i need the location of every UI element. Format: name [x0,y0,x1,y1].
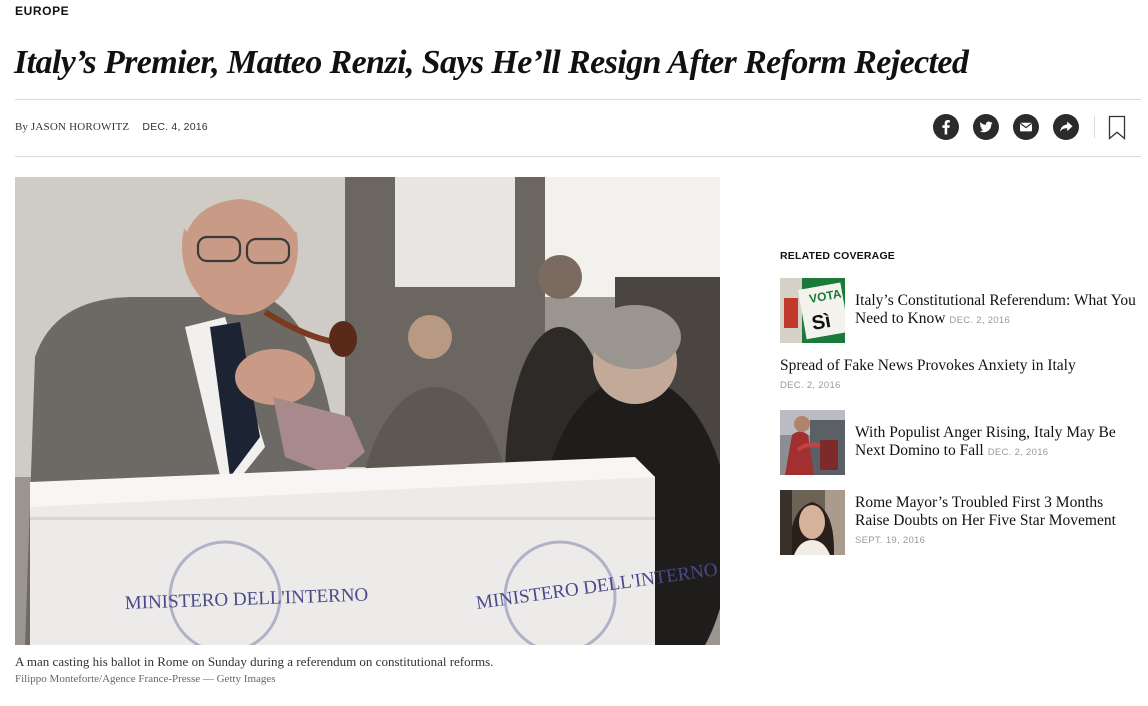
share-icon[interactable] [1053,114,1079,140]
related-headline[interactable]: Rome Mayor’s Troubled First 3 Months Rai… [855,494,1116,529]
related-coverage: RELATED COVERAGE VOTA Sì Italy’s Constit… [780,250,1140,555]
related-date: SEPT. 19, 2016 [855,535,926,546]
email-icon[interactable] [1013,114,1039,140]
bookmark-icon[interactable] [1108,115,1126,145]
byline-prefix: By [15,121,28,133]
related-thumbnail[interactable]: VOTA Sì [780,278,845,343]
author-name[interactable]: JASON HOROWITZ [31,121,129,133]
related-coverage-title: RELATED COVERAGE [780,250,896,262]
related-headline[interactable]: With Populist Anger Rising, Italy May Be… [855,424,1116,459]
article-headline: Italy’s Premier, Matteo Renzi, Says He’l… [14,44,969,81]
share-divider [1094,116,1095,138]
related-item[interactable]: Rome Mayor’s Troubled First 3 Months Rai… [780,490,1140,556]
related-date: DEC. 2, 2016 [987,447,1049,458]
section-label[interactable]: EUROPE [15,4,69,18]
related-text: Rome Mayor’s Troubled First 3 Months Rai… [855,494,1140,546]
thumbnail-text-si: Sì [810,310,832,335]
related-text: Italy’s Constitutional Referendum: What … [855,292,1140,328]
header-divider [15,99,1141,100]
related-date: DEC. 2, 2016 [780,380,841,391]
byline-divider [15,156,1141,157]
twitter-icon[interactable] [973,114,999,140]
photo-credit: Filippo Monteforte/Agence France-Presse … [15,673,276,685]
byline: By JASON HOROWITZ DEC. 4, 2016 [15,121,208,133]
related-text: Spread of Fake News Provokes Anxiety in … [780,357,1140,391]
related-thumbnail[interactable] [780,490,845,555]
related-item[interactable]: VOTA Sì Italy’s Constitutional Referendu… [780,278,1140,344]
photo-caption: A man casting his ballot in Rome on Sund… [15,654,494,669]
related-date: DEC. 2, 2016 [949,315,1011,326]
lead-photo: MINISTERO DELL'INTERNO MINISTERO DELL'IN… [15,177,720,645]
related-text: With Populist Anger Rising, Italy May Be… [855,424,1140,460]
related-thumbnail[interactable] [780,410,845,475]
facebook-icon[interactable] [933,114,959,140]
related-headline[interactable]: Spread of Fake News Provokes Anxiety in … [780,357,1076,374]
publish-date: DEC. 4, 2016 [142,121,208,133]
related-item[interactable]: With Populist Anger Rising, Italy May Be… [780,410,1140,476]
